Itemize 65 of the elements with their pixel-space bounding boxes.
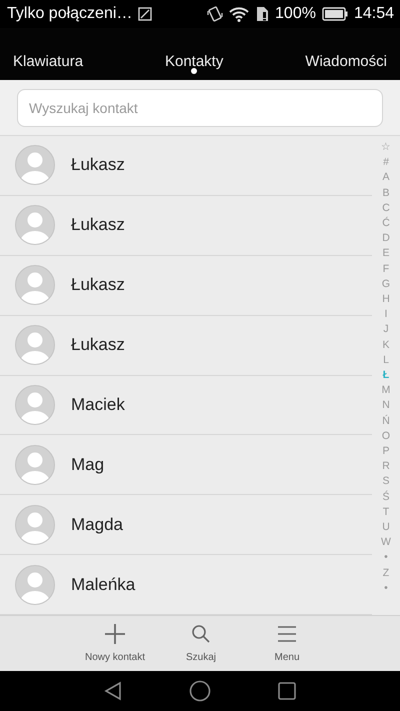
index-letter[interactable]: M bbox=[382, 383, 390, 398]
index-letter[interactable]: A bbox=[382, 170, 390, 186]
index-letter[interactable]: • bbox=[384, 580, 388, 596]
clock-time: 14:54 bbox=[354, 4, 394, 23]
home-button[interactable] bbox=[189, 680, 211, 702]
index-letter[interactable]: E bbox=[382, 246, 390, 262]
index-letter[interactable]: U bbox=[382, 520, 390, 536]
index-letter[interactable]: C bbox=[382, 200, 390, 216]
index-letter[interactable]: L bbox=[383, 352, 389, 368]
contact-name[interactable]: Maleńka bbox=[71, 574, 136, 595]
avatar-icon bbox=[15, 325, 55, 366]
battery-icon bbox=[322, 6, 348, 21]
index-letter[interactable]: • bbox=[384, 550, 388, 566]
avatar-icon bbox=[15, 145, 55, 186]
search-field[interactable]: Wyszukaj kontakt bbox=[17, 88, 383, 127]
tab[interactable]: Kontakty bbox=[164, 28, 224, 80]
image-icon bbox=[138, 6, 152, 21]
index-letter[interactable]: Ł bbox=[382, 368, 390, 384]
index-letter[interactable]: K bbox=[382, 338, 390, 353]
index-letter[interactable]: T bbox=[382, 504, 390, 520]
contact-name[interactable]: Łukasz bbox=[71, 215, 125, 236]
vibrate-icon bbox=[207, 4, 224, 23]
index-letter[interactable]: I bbox=[384, 307, 388, 322]
index-letter[interactable]: ☆ bbox=[381, 140, 391, 156]
index-letter[interactable]: Z bbox=[382, 566, 390, 581]
contact-name[interactable]: Łukasz bbox=[71, 275, 125, 296]
avatar-icon bbox=[15, 564, 55, 605]
contact-name[interactable]: Łukasz bbox=[71, 335, 125, 356]
index-letter[interactable]: Ń bbox=[382, 414, 390, 429]
back-button[interactable] bbox=[103, 681, 123, 702]
toolbar-button[interactable]: Menu bbox=[249, 616, 325, 672]
index-letter[interactable]: H bbox=[382, 292, 390, 308]
battery-percent: 100% bbox=[275, 4, 316, 23]
toolbar-button[interactable]: Nowy kontakt bbox=[77, 616, 153, 672]
index-letter[interactable]: D bbox=[382, 231, 390, 246]
contact-name[interactable]: Magda bbox=[71, 514, 123, 535]
toolbar-button[interactable]: Szukaj bbox=[163, 616, 239, 672]
plus-icon bbox=[103, 622, 127, 646]
tab[interactable]: Wiadomości bbox=[305, 28, 387, 80]
index-letter[interactable]: G bbox=[382, 276, 390, 292]
index-letter[interactable]: W bbox=[381, 535, 391, 550]
notification-text: Tylko połączeni… bbox=[7, 4, 132, 23]
tab[interactable]: Klawiatura bbox=[13, 28, 84, 80]
avatar-icon bbox=[15, 504, 55, 545]
index-letter[interactable]: O bbox=[382, 428, 390, 444]
index-letter[interactable]: Ć bbox=[382, 216, 390, 232]
contact-name[interactable]: Łukasz bbox=[71, 155, 125, 176]
index-letter[interactable]: P bbox=[382, 444, 390, 460]
index-letter[interactable]: F bbox=[382, 262, 390, 277]
index-letter[interactable]: Ś bbox=[382, 490, 390, 505]
avatar-icon bbox=[15, 265, 55, 306]
index-letter[interactable]: R bbox=[382, 459, 390, 474]
wifi-icon bbox=[229, 6, 250, 22]
avatar-icon bbox=[15, 444, 55, 485]
index-letter[interactable]: N bbox=[382, 398, 390, 414]
index-letter[interactable]: S bbox=[382, 474, 390, 490]
recent-apps-button[interactable] bbox=[277, 681, 297, 702]
index-letter[interactable]: # bbox=[383, 155, 389, 170]
index-letter[interactable]: J bbox=[383, 322, 389, 338]
contact-name[interactable]: Maciek bbox=[71, 395, 125, 416]
contact-name[interactable]: Mag bbox=[71, 454, 104, 475]
index-letter[interactable]: B bbox=[382, 186, 390, 201]
avatar-icon bbox=[15, 385, 55, 426]
sim-card-icon bbox=[255, 6, 270, 22]
avatar-icon bbox=[15, 205, 55, 246]
